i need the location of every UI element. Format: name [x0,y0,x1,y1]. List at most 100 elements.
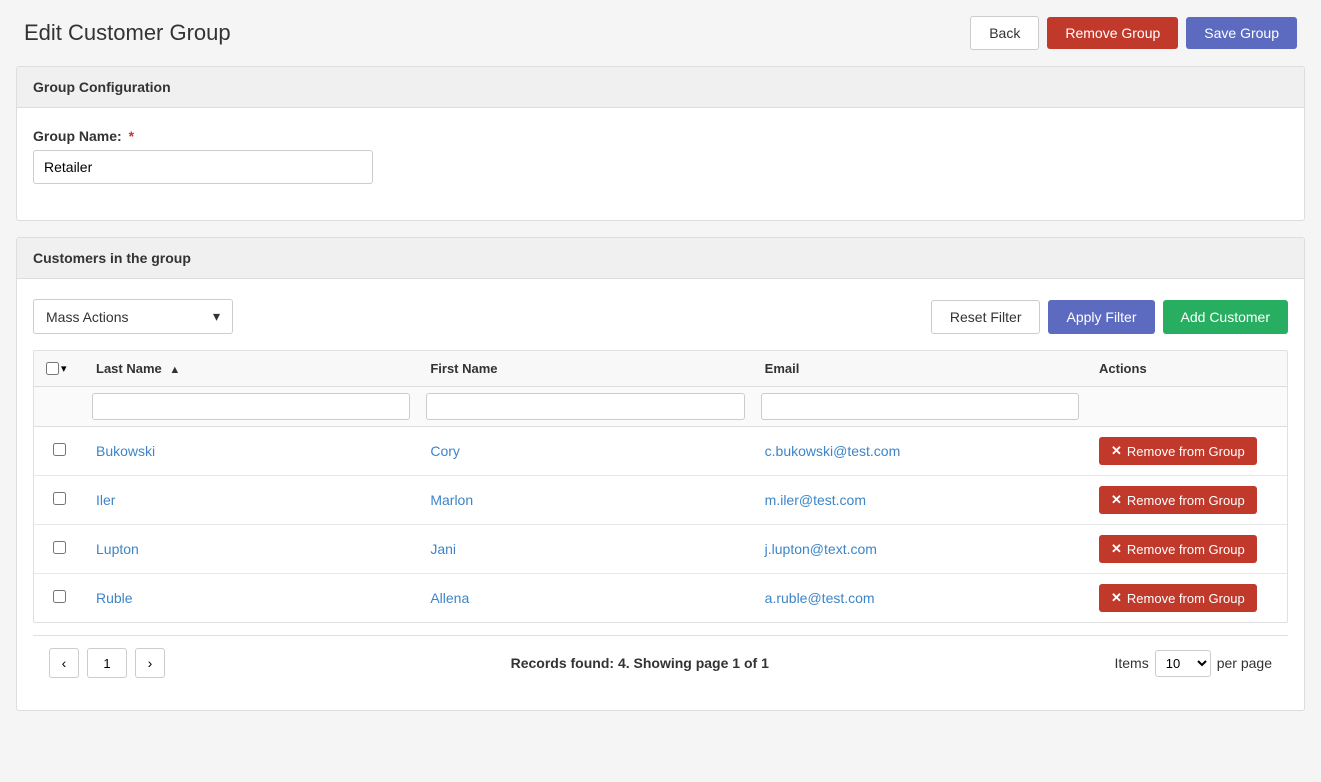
checkbox-header: ▾ [34,351,84,387]
remove-from-group-label: Remove from Group [1127,444,1245,459]
group-name-label: Group Name: * [33,128,1288,144]
remove-group-button[interactable]: Remove Group [1047,17,1178,49]
next-page-button[interactable]: › [135,648,165,678]
filter-row [34,387,1287,427]
row-first-name: Jani [418,525,752,574]
row-checkbox[interactable] [53,590,66,603]
table-row: Lupton Jani j.lupton@text.com ✕ Remove f… [34,525,1287,574]
row-checkbox[interactable] [53,443,66,456]
back-button[interactable]: Back [970,16,1039,50]
page-header: Edit Customer Group Back Remove Group Sa… [0,0,1321,66]
first-name-header[interactable]: First Name [418,351,752,387]
remove-from-group-label: Remove from Group [1127,542,1245,557]
group-name-input[interactable] [33,150,373,184]
remove-from-group-label: Remove from Group [1127,591,1245,606]
group-name-field: Group Name: * [33,128,1288,184]
filter-last-name-input[interactable] [92,393,410,420]
group-config-body: Group Name: * [17,108,1304,220]
actions-header: Actions [1087,351,1287,387]
toolbar-right: Reset Filter Apply Filter Add Customer [931,300,1288,334]
filter-last-name-col [84,387,418,427]
group-config-title: Group Configuration [33,79,171,95]
items-label: Items [1114,655,1148,671]
mass-actions-label: Mass Actions [46,309,128,325]
row-last-name: Iler [84,476,418,525]
table-row: Ruble Allena a.ruble@test.com ✕ Remove f… [34,574,1287,623]
apply-filter-button[interactable]: Apply Filter [1048,300,1154,334]
row-email: m.iler@test.com [753,476,1087,525]
remove-from-group-button[interactable]: ✕ Remove from Group [1099,535,1257,563]
filter-first-name-col [418,387,752,427]
filter-checkbox-col [34,387,84,427]
per-page-select[interactable]: 10 20 50 100 [1155,650,1211,677]
prev-page-button[interactable]: ‹ [49,648,79,678]
first-name-label: First Name [430,361,497,376]
x-icon: ✕ [1111,443,1122,459]
row-email: j.lupton@text.com [753,525,1087,574]
customer-first-name-link[interactable]: Allena [430,590,469,606]
mass-actions-dropdown[interactable]: Mass Actions ▾ [33,299,233,334]
row-email: a.ruble@test.com [753,574,1087,623]
filter-email-input[interactable] [761,393,1079,420]
row-checkbox[interactable] [53,492,66,505]
remove-from-group-button[interactable]: ✕ Remove from Group [1099,584,1257,612]
page-number-input[interactable] [87,648,127,678]
customer-first-name-link[interactable]: Cory [430,443,460,459]
select-all-checkbox[interactable] [46,362,59,375]
page-title: Edit Customer Group [24,20,231,46]
row-actions: ✕ Remove from Group [1087,476,1287,525]
customers-panel-title: Customers in the group [33,250,191,266]
filter-email-col [753,387,1087,427]
table-header-row: ▾ Last Name ▲ First Name Email [34,351,1287,387]
row-checkbox-cell [34,525,84,574]
row-checkbox-cell [34,574,84,623]
customers-panel: Customers in the group Mass Actions ▾ Re… [16,237,1305,711]
customer-email-link[interactable]: a.ruble@test.com [765,590,875,606]
table-row: Iler Marlon m.iler@test.com ✕ Remove fro… [34,476,1287,525]
row-actions: ✕ Remove from Group [1087,525,1287,574]
email-header[interactable]: Email [753,351,1087,387]
save-group-button[interactable]: Save Group [1186,17,1297,49]
row-checkbox[interactable] [53,541,66,554]
customer-first-name-link[interactable]: Marlon [430,492,473,508]
per-page-controls: Items 10 20 50 100 per page [1114,650,1272,677]
per-page-label: per page [1217,655,1272,671]
add-customer-button[interactable]: Add Customer [1163,300,1288,334]
group-config-panel-header: Group Configuration [17,67,1304,108]
customer-email-link[interactable]: c.bukowski@test.com [765,443,901,459]
row-checkbox-cell [34,427,84,476]
customer-last-name-link[interactable]: Iler [96,492,115,508]
customer-email-link[interactable]: m.iler@test.com [765,492,866,508]
last-name-label: Last Name [96,361,162,376]
customer-email-link[interactable]: j.lupton@text.com [765,541,877,557]
header-checkbox-wrapper: ▾ [46,362,72,375]
row-actions: ✕ Remove from Group [1087,427,1287,476]
filter-first-name-input[interactable] [426,393,744,420]
customers-panel-header: Customers in the group [17,238,1304,279]
last-name-header[interactable]: Last Name ▲ [84,351,418,387]
customers-panel-body: Mass Actions ▾ Reset Filter Apply Filter… [17,279,1304,710]
customer-last-name-link[interactable]: Lupton [96,541,139,557]
row-last-name: Lupton [84,525,418,574]
customer-last-name-link[interactable]: Bukowski [96,443,155,459]
row-last-name: Ruble [84,574,418,623]
reset-filter-button[interactable]: Reset Filter [931,300,1041,334]
customers-table: ▾ Last Name ▲ First Name Email [34,351,1287,622]
customer-first-name-link[interactable]: Jani [430,541,456,557]
row-first-name: Allena [418,574,752,623]
remove-from-group-button[interactable]: ✕ Remove from Group [1099,437,1257,465]
pagination-controls: ‹ › [49,648,165,678]
checkbox-dropdown-btn[interactable]: ▾ [59,362,69,375]
sort-asc-icon: ▲ [169,364,180,376]
row-checkbox-cell [34,476,84,525]
customer-last-name-link[interactable]: Ruble [96,590,133,606]
row-first-name: Marlon [418,476,752,525]
x-icon: ✕ [1111,541,1122,557]
table-row: Bukowski Cory c.bukowski@test.com ✕ Remo… [34,427,1287,476]
remove-from-group-label: Remove from Group [1127,493,1245,508]
row-first-name: Cory [418,427,752,476]
remove-from-group-button[interactable]: ✕ Remove from Group [1099,486,1257,514]
records-info: Records found: 4. Showing page 1 of 1 [165,655,1114,671]
customers-table-wrapper: ▾ Last Name ▲ First Name Email [33,350,1288,623]
customers-toolbar: Mass Actions ▾ Reset Filter Apply Filter… [33,299,1288,334]
